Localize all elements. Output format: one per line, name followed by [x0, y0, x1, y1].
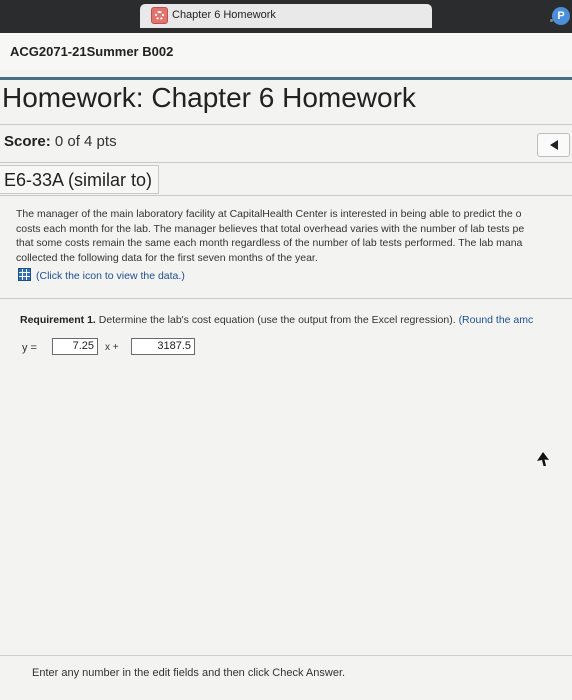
problem-line: costs each month for the lab. The manage… [16, 222, 525, 235]
chapter-favicon-icon [151, 7, 168, 24]
rounding-note: (Round the amc [458, 314, 534, 326]
requirement-label: Requirement 1. [20, 314, 96, 326]
course-divider [0, 77, 572, 80]
slope-input[interactable]: 7.25 [52, 338, 98, 355]
score-divider [0, 162, 572, 163]
problem-statement: The manager of the main laboratory facil… [16, 207, 572, 265]
page-title: Homework: Chapter 6 Homework [2, 82, 416, 113]
requirement-text: Requirement 1. Determine the lab's cost … [20, 314, 572, 326]
view-data-link[interactable]: (Click the icon to view the data.) [18, 268, 185, 282]
previous-question-button[interactable] [537, 133, 570, 157]
equation-y-label: y = [22, 342, 37, 354]
browser-tab[interactable]: Chapter 6 Homework [140, 4, 553, 28]
problem-line: that some costs remain the same each mon… [16, 237, 523, 249]
problem-tab[interactable]: E6-33A (similar to) [0, 165, 160, 194]
section-divider [0, 298, 572, 299]
score-display: Score: 0 of 4 pts [4, 133, 117, 150]
footer-divider [0, 655, 572, 656]
course-title[interactable]: ACG2071-21Summer B002 [10, 44, 173, 59]
browser-tab-title: Chapter 6 Homework [172, 9, 276, 21]
footer-instruction: Enter any number in the edit fields and … [32, 667, 346, 679]
intercept-input[interactable]: 3187.5 [131, 338, 195, 355]
title-divider [0, 124, 572, 125]
view-data-label[interactable]: (Click the icon to view the data.) [36, 270, 185, 282]
problem-divider [0, 195, 572, 196]
score-label: Score: [4, 133, 51, 150]
mouse-cursor-icon [537, 452, 549, 466]
browser-tab-bar: Chapter 6 Homework P [0, 0, 572, 33]
score-value: 0 of 4 pts [54, 133, 117, 150]
course-bar: ACG2071-21Summer B002 [0, 33, 572, 70]
requirement-instruction: Determine the lab's cost equation (use t… [98, 314, 456, 326]
problem-line: The manager of the main laboratory facil… [16, 208, 522, 220]
equation-x-plus-label: x + [105, 342, 119, 353]
profile-icon[interactable]: P [552, 7, 570, 25]
problem-line: collected the following data for the fir… [16, 251, 318, 264]
table-icon[interactable] [18, 268, 31, 281]
